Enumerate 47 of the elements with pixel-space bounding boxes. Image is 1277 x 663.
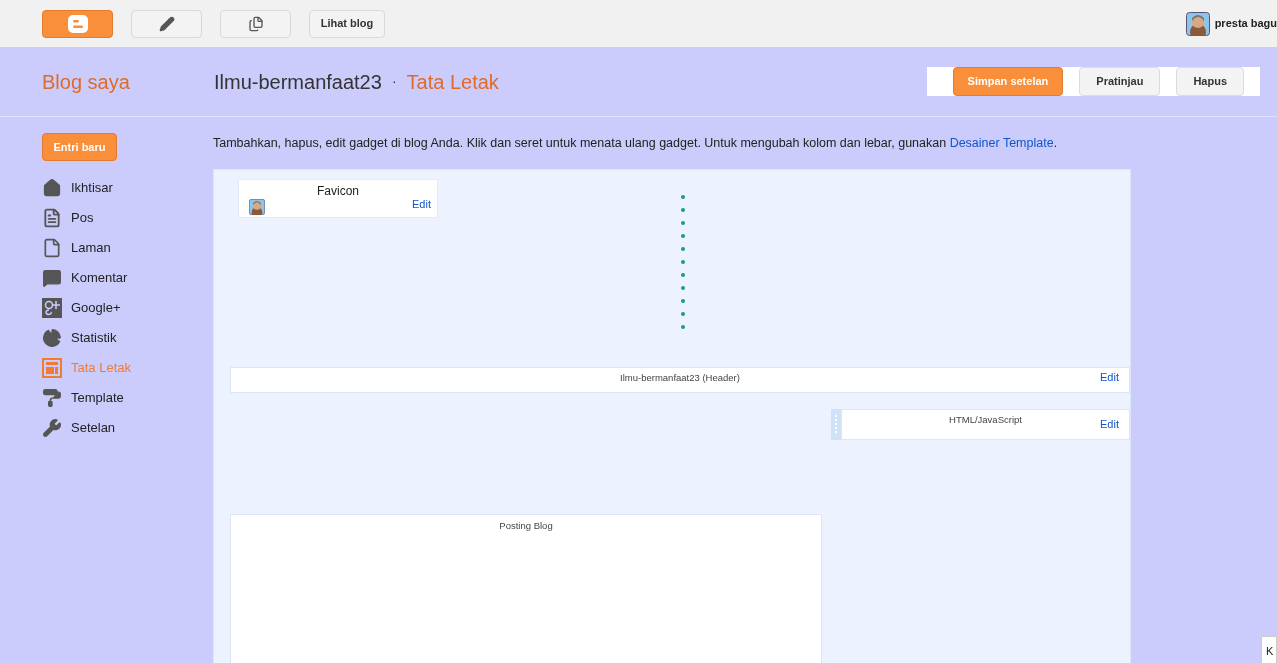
edit-post-button[interactable] <box>131 9 202 38</box>
sidebar-item[interactable]: Laman <box>42 233 213 263</box>
posts-gadget[interactable]: Posting Blog <box>230 513 822 663</box>
gadget-title: Favicon <box>317 183 359 200</box>
sidebar-item[interactable]: Setelan <box>42 413 213 443</box>
page-title: Tata Letak <box>406 69 499 95</box>
documents-icon <box>247 15 264 32</box>
page-icon <box>42 238 62 258</box>
google-plus-icon <box>42 298 62 318</box>
avatar-icon <box>249 199 265 215</box>
template-designer-link[interactable]: Desainer Template <box>949 136 1054 150</box>
paint-roller-icon <box>42 388 62 408</box>
edit-link[interactable]: Edit <box>412 195 431 212</box>
wrench-icon <box>42 418 62 438</box>
blog-title: Ilmu-bermanfaat23 <box>214 69 382 95</box>
sidebar-item[interactable]: Google+ <box>42 293 213 323</box>
sidebar-item[interactable]: Ikhtisar <box>42 173 213 203</box>
corner-tab[interactable]: K <box>1261 636 1277 663</box>
avatar-icon <box>1185 11 1210 36</box>
layout-icon <box>42 358 62 378</box>
gadget-title: Posting Blog <box>499 518 553 533</box>
pie-chart-icon <box>42 328 62 348</box>
sidebar-item[interactable]: Pos <box>42 203 213 233</box>
html-gadget[interactable]: HTML/JavaScript Edit <box>841 408 1130 440</box>
view-blog-button[interactable]: Lihat blog <box>309 9 385 38</box>
title-separator: · <box>391 72 397 91</box>
action-button[interactable]: Pratinjau <box>1079 67 1161 96</box>
sidebar-item[interactable]: Template <box>42 383 213 413</box>
favicon-gadget[interactable]: Favicon Edit <box>238 179 438 218</box>
home-icon <box>42 178 62 198</box>
comment-icon <box>42 268 62 288</box>
user-name[interactable]: presta bagu <box>1214 15 1277 32</box>
edit-link[interactable]: Edit <box>1100 416 1119 433</box>
edit-link[interactable]: Edit <box>1100 369 1119 386</box>
gadget-title: Ilmu-bermanfaat23 (Header) <box>620 371 740 385</box>
sidebar-item[interactable]: Komentar <box>42 263 213 293</box>
document-icon <box>42 208 62 228</box>
header-gadget[interactable]: Ilmu-bermanfaat23 (Header) Edit <box>230 367 1130 393</box>
blogger-logo-button[interactable] <box>42 9 113 38</box>
posts-list-button[interactable] <box>220 9 291 38</box>
gadget-title: HTML/JavaScript <box>949 412 1022 427</box>
action-button[interactable]: Hapus <box>1176 67 1244 96</box>
sidebar-item[interactable]: Statistik <box>42 323 213 353</box>
drag-handle[interactable] <box>831 408 841 440</box>
description-text: Tambahkan, hapus, edit gadget di blog Anda. Klik dan seret untuk menata ulang gadget. Untuk mengubah kolom dan lebar, gunakan Desainer Template. <box>213 135 1059 152</box>
pencil-icon <box>158 15 175 32</box>
blogger-logo-icon <box>67 14 88 33</box>
